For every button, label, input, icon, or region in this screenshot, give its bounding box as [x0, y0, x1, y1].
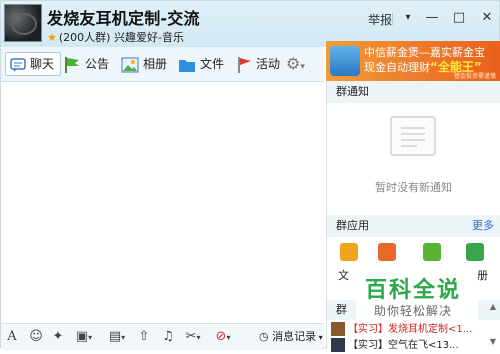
magic-wand-icon[interactable]: ✦ — [49, 328, 67, 346]
clock-icon: ◷ — [259, 330, 269, 343]
ad-disclaimer: 基金投资需谨慎 — [453, 73, 496, 80]
member-name: 【实习】空气在飞<13... — [348, 340, 459, 351]
star-icon: ★ — [47, 31, 57, 44]
folder-icon — [179, 59, 195, 72]
ad-banner[interactable]: 中信薪金煲—嘉实薪金宝 现金自动理财“全能王” 基金投资需谨慎 — [326, 41, 500, 81]
tab-album[interactable]: 相册 — [121, 52, 167, 76]
tab-activity-label: 活动 — [256, 57, 281, 71]
tab-file[interactable]: 文件 — [178, 52, 224, 76]
member-list-item[interactable]: 【实习】发烧耳机定制<1... — [331, 322, 472, 338]
maximize-button[interactable]: □ — [448, 7, 470, 29]
message-history-label: 消息记录 — [272, 330, 317, 343]
upload-icon[interactable]: ⇧ — [135, 328, 153, 346]
chevron-down-icon: ▾ — [316, 333, 323, 342]
block-icon[interactable]: ⊘▾ — [209, 328, 237, 346]
app-location-icon[interactable] — [378, 243, 396, 261]
app-label: 册 — [477, 269, 488, 282]
group-avatar[interactable] — [4, 4, 42, 42]
picture-icon — [121, 57, 139, 72]
music-icon[interactable]: ♫ — [159, 328, 177, 346]
message-history-button[interactable]: ◷ 消息记录 ▾ — [259, 328, 323, 347]
dropdown-icon[interactable]: ▾ — [397, 7, 419, 29]
app-label: 文 — [338, 269, 349, 282]
emoji-icon[interactable]: ☺ — [27, 328, 45, 346]
tab-notice-label: 公告 — [85, 57, 110, 71]
chat-icon — [10, 57, 26, 72]
group-title[interactable]: 发烧友耳机定制-交流 — [47, 5, 200, 29]
red-flag-icon — [238, 56, 251, 73]
flag-icon — [65, 56, 79, 73]
tab-chat-label: 聊天 — [30, 57, 55, 71]
apps-section-header: 群应用 更多 — [327, 215, 500, 237]
member-name: 【实习】发烧耳机定制<1... — [348, 324, 473, 335]
scroll-up-arrow[interactable]: ▲ — [488, 302, 498, 312]
report-button[interactable]: 举报 — [368, 11, 392, 28]
notice-empty-text: 暂时没有新通知 — [375, 181, 452, 194]
input-toolbar: A ☺ ✦ ▣▾ ▤▾ ⇧ ♫ ✂▾ ⊘▾ ◷ 消息记录 ▾ — [1, 323, 324, 350]
group-chat-window: 发烧友耳机定制-交流 ★ (200人群) 兴趣爱好-音乐 举报 ▾ — □ ✕ 聊… — [0, 0, 500, 352]
ad-image — [330, 46, 360, 76]
avatar — [331, 322, 345, 336]
gear-icon: ⚙ — [286, 54, 301, 73]
group-category[interactable]: 兴趣爱好-音乐 — [114, 31, 184, 44]
tab-activity[interactable]: 活动 — [236, 52, 280, 76]
tab-bar: 聊天 公告 相册 文件 活动 ⚙▾ — [1, 47, 324, 82]
settings-button[interactable]: ⚙▾ — [286, 52, 305, 76]
message-area[interactable] — [1, 82, 324, 323]
scissors-icon[interactable]: ✂▾ — [181, 328, 205, 346]
chevron-down-icon: ▾ — [300, 62, 305, 72]
notice-board-icon — [390, 116, 436, 156]
app-check-icon[interactable] — [423, 243, 441, 261]
avatar — [331, 338, 345, 352]
notice-panel: 暂时没有新通知 — [327, 103, 500, 215]
image-icon[interactable]: ▤▾ — [103, 328, 131, 346]
divider — [392, 13, 393, 25]
app-folder-icon[interactable] — [340, 243, 358, 261]
scroll-down-arrow[interactable]: ▼ — [488, 337, 498, 347]
tab-notice[interactable]: 公告 — [63, 52, 109, 76]
member-list-item[interactable]: 【实习】空气在飞<13... — [331, 338, 459, 354]
app-album-icon[interactable] — [466, 243, 484, 261]
close-button[interactable]: ✕ — [476, 7, 498, 29]
minimize-button[interactable]: — — [421, 7, 443, 29]
apps-section-title: 群应用 — [336, 219, 369, 232]
shake-icon[interactable]: ▣▾ — [71, 328, 97, 346]
tab-file-label: 文件 — [200, 57, 225, 71]
members-section-title: 群 — [336, 303, 347, 316]
notice-section-title: 群通知 — [327, 81, 500, 103]
watermark-title: 百科全说 — [365, 278, 462, 303]
group-size: (200人群) — [58, 31, 111, 44]
ad-line-2-text: 现金自动理财 — [364, 61, 430, 74]
apps-more-link[interactable]: 更多 — [472, 215, 494, 237]
tab-album-label: 相册 — [143, 57, 168, 71]
group-info: ★ (200人群) 兴趣爱好-音乐 — [47, 29, 184, 45]
tab-chat[interactable]: 聊天 — [5, 52, 62, 76]
font-icon[interactable]: A — [5, 328, 19, 346]
watermark-subtitle: 助你轻松解决 — [374, 304, 453, 318]
